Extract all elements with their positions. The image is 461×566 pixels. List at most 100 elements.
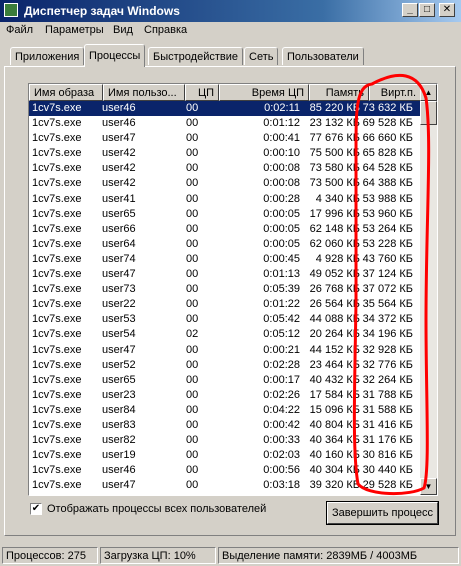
process-row[interactable]: 1cv7s.exeuser29 01 0:00:1312 456 КБ29 152 … bbox=[29, 493, 421, 495]
process-row[interactable]: 1cv7s.exe user42 00 0:00:08 73 500 КБ 64 388 … bbox=[29, 176, 421, 191]
scroll-thumb[interactable] bbox=[420, 101, 437, 125]
column-cpu-time[interactable]: Время ЦП bbox=[219, 84, 309, 101]
cpu-time-cell: 0:05:39 bbox=[263, 283, 300, 296]
virtual-memory-cell: 31 588 КБ bbox=[362, 403, 413, 416]
menu-options[interactable]: Параметры bbox=[45, 24, 104, 36]
cpu-cell: 00 bbox=[186, 403, 199, 416]
cpu-cell: 00 bbox=[186, 479, 199, 492]
menu-help[interactable]: Справка bbox=[144, 24, 187, 36]
tab-users[interactable]: Пользователи bbox=[282, 47, 364, 65]
memory-cell: 62 148 КБ bbox=[309, 222, 360, 235]
process-row[interactable]: 1cv7s.exe user47 00 0:00:21 44 152 КБ 32 928 … bbox=[29, 343, 421, 358]
image-name-cell: 1cv7s.exe bbox=[32, 298, 82, 311]
memory-cell: 44 152 КБ bbox=[309, 343, 360, 356]
process-row[interactable]: 1cv7s.exe user42 00 0:00:08 73 580 КБ 64 528 … bbox=[29, 161, 421, 176]
process-row[interactable]: 1cv7s.exe user46 00 0:01:12 23 132 КБ 69 528 … bbox=[29, 116, 421, 131]
tab-network[interactable]: Сеть bbox=[244, 47, 279, 65]
user-name-cell: user84 bbox=[102, 403, 136, 416]
user-name-cell: user47 bbox=[102, 343, 136, 356]
cpu-cell: 00 bbox=[186, 434, 199, 447]
cpu-cell: 00 bbox=[186, 464, 199, 477]
cpu-cell: 00 bbox=[186, 192, 199, 205]
cpu-cell: 00 bbox=[186, 237, 199, 250]
process-row[interactable]: 1cv7s.exe user41 00 0:00:28 4 340 КБ 53 988 К… bbox=[29, 192, 421, 207]
process-row[interactable]: 1cv7s.exe user47 00 0:03:18 39 320 КБ 29 528 … bbox=[29, 478, 421, 493]
memory-cell: 75 500 КБ bbox=[309, 147, 360, 160]
cpu-cell: 00 bbox=[186, 343, 199, 356]
vertical-scrollbar[interactable]: ▲ ▼ bbox=[420, 84, 437, 495]
process-row[interactable]: 1cv7s.exe user73 00 0:05:39 26 768 КБ 37 072 … bbox=[29, 282, 421, 297]
column-virtual-memory[interactable]: Вирт.п. bbox=[369, 84, 421, 101]
scroll-down-button[interactable]: ▼ bbox=[420, 478, 437, 495]
process-row[interactable]: 1cv7s.exe user66 00 0:00:05 62 148 КБ 53 264 … bbox=[29, 222, 421, 237]
process-row[interactable]: 1cv7s.exe user22 00 0:01:22 26 564 КБ 35 564 … bbox=[29, 297, 421, 312]
memory-cell: 17 996 КБ bbox=[309, 207, 360, 220]
column-cpu[interactable]: ЦП bbox=[185, 84, 219, 101]
process-row[interactable]: 1cv7s.exe user54 02 0:05:12 20 264 КБ 34 196 … bbox=[29, 327, 421, 342]
process-row[interactable]: 1cv7s.exe user46 00 0:00:56 40 304 КБ 30 440 … bbox=[29, 463, 421, 478]
memory-cell: 40 160 КБ bbox=[309, 449, 360, 462]
virtual-memory-cell: 64 528 КБ bbox=[362, 162, 413, 175]
status-memory-commit: Выделение памяти: 2839МБ / 4003МБ bbox=[218, 547, 459, 564]
column-memory[interactable]: Память bbox=[309, 84, 369, 101]
image-name-cell: 1cv7s.exe bbox=[32, 162, 82, 175]
process-row[interactable]: 1cv7s.exe user65 00 0:00:17 40 432 КБ 32 264 … bbox=[29, 373, 421, 388]
image-name-cell: 1cv7s.exe bbox=[32, 207, 82, 220]
process-row[interactable]: 1cv7s.exe user47 00 0:00:41 77 676 КБ 66 660 … bbox=[29, 131, 421, 146]
process-row[interactable]: 1cv7s.exe user53 00 0:05:42 44 088 КБ 34 372 … bbox=[29, 312, 421, 327]
process-row[interactable]: 1cv7s.exe user52 00 0:02:28 23 464 КБ 32 776 … bbox=[29, 358, 421, 373]
process-row[interactable]: 1cv7s.exe user42 00 0:00:10 75 500 КБ 65 828 … bbox=[29, 146, 421, 161]
cpu-cell: 00 bbox=[186, 358, 199, 371]
memory-cell: 62 060 КБ bbox=[309, 237, 360, 250]
memory-cell: 26 564 КБ bbox=[309, 298, 360, 311]
cpu-cell: 00 bbox=[186, 283, 199, 296]
user-name-cell: user53 bbox=[102, 313, 136, 326]
process-row[interactable]: 1cv7s.exe user19 00 0:02:03 40 160 КБ 30 816 … bbox=[29, 448, 421, 463]
column-image-name[interactable]: Имя образа bbox=[29, 84, 103, 101]
process-row[interactable]: 1cv7s.exe user84 00 0:04:22 15 096 КБ 31 588 … bbox=[29, 403, 421, 418]
minimize-button[interactable]: _ bbox=[402, 3, 418, 17]
cpu-time-cell: 0:00:08 bbox=[263, 177, 300, 190]
memory-cell: 73 500 КБ bbox=[309, 177, 360, 190]
end-process-button[interactable]: Завершить процесс bbox=[326, 501, 439, 525]
user-name-cell: user46 bbox=[102, 102, 136, 114]
tab-performance[interactable]: Быстродействие bbox=[148, 47, 243, 65]
image-name-cell: 1cv7s.exe bbox=[32, 358, 82, 371]
cpu-cell: 00 bbox=[186, 388, 199, 401]
process-list[interactable]: Имя образа Имя пользо... ЦП Время ЦП Пам… bbox=[28, 83, 438, 496]
status-bar: Процессов: 275 Загрузка ЦП: 10% Выделени… bbox=[0, 546, 461, 566]
user-name-cell: user64 bbox=[102, 237, 136, 250]
scroll-up-button[interactable]: ▲ bbox=[420, 84, 437, 101]
menu-view[interactable]: Вид bbox=[113, 24, 133, 36]
column-user-name[interactable]: Имя пользо... bbox=[103, 84, 185, 101]
show-all-processes-checkbox[interactable]: ✔ bbox=[30, 503, 42, 515]
virtual-memory-cell: 31 416 КБ bbox=[362, 418, 413, 431]
memory-cell: 4 340 КБ bbox=[315, 192, 360, 205]
process-row[interactable]: 1cv7s.exe user65 00 0:00:05 17 996 КБ 53 960 … bbox=[29, 207, 421, 222]
cpu-cell: 00 bbox=[186, 449, 199, 462]
virtual-memory-cell: 35 564 КБ bbox=[362, 298, 413, 311]
tab-processes[interactable]: Процессы bbox=[84, 44, 146, 67]
cpu-cell: 00 bbox=[186, 222, 199, 235]
image-name-cell: 1cv7s.exe bbox=[32, 268, 82, 281]
process-row[interactable]: 1cv7s.exe user46 00 0:02:11 85 220 КБ 73 632 … bbox=[29, 101, 421, 117]
process-row[interactable]: 1cv7s.exe user64 00 0:00:05 62 060 КБ 53 228 … bbox=[29, 237, 421, 252]
memory-cell: 40 364 КБ bbox=[309, 434, 360, 447]
memory-cell: 85 220 КБ bbox=[309, 102, 360, 114]
process-row[interactable]: 1cv7s.exe user83 00 0:00:42 40 804 КБ 31 416 … bbox=[29, 418, 421, 433]
close-button[interactable]: ✕ bbox=[439, 3, 455, 17]
tab-applications[interactable]: Приложения bbox=[10, 47, 85, 65]
maximize-button[interactable]: □ bbox=[419, 3, 435, 17]
cpu-cell: 00 bbox=[186, 418, 199, 431]
cpu-cell: 00 bbox=[186, 147, 199, 160]
process-row[interactable]: 1cv7s.exe user23 00 0:02:26 17 584 КБ 31 788 … bbox=[29, 388, 421, 403]
menu-file[interactable]: Файл bbox=[6, 24, 33, 36]
process-row[interactable]: 1cv7s.exe user82 00 0:00:33 40 364 КБ 31 176 … bbox=[29, 433, 421, 448]
memory-cell: 40 432 КБ bbox=[309, 373, 360, 386]
process-row[interactable]: 1cv7s.exe user47 00 0:01:13 49 052 КБ 37 124 … bbox=[29, 267, 421, 282]
title-bar[interactable]: Диспетчер задач Windows _ □ ✕ bbox=[0, 0, 461, 22]
process-row[interactable]: 1cv7s.exe user74 00 0:00:45 4 928 КБ 43 760 К… bbox=[29, 252, 421, 267]
image-name-cell: 1cv7s.exe bbox=[32, 237, 82, 250]
app-icon bbox=[4, 3, 18, 17]
image-name-cell: 1cv7s.exe bbox=[32, 222, 82, 235]
